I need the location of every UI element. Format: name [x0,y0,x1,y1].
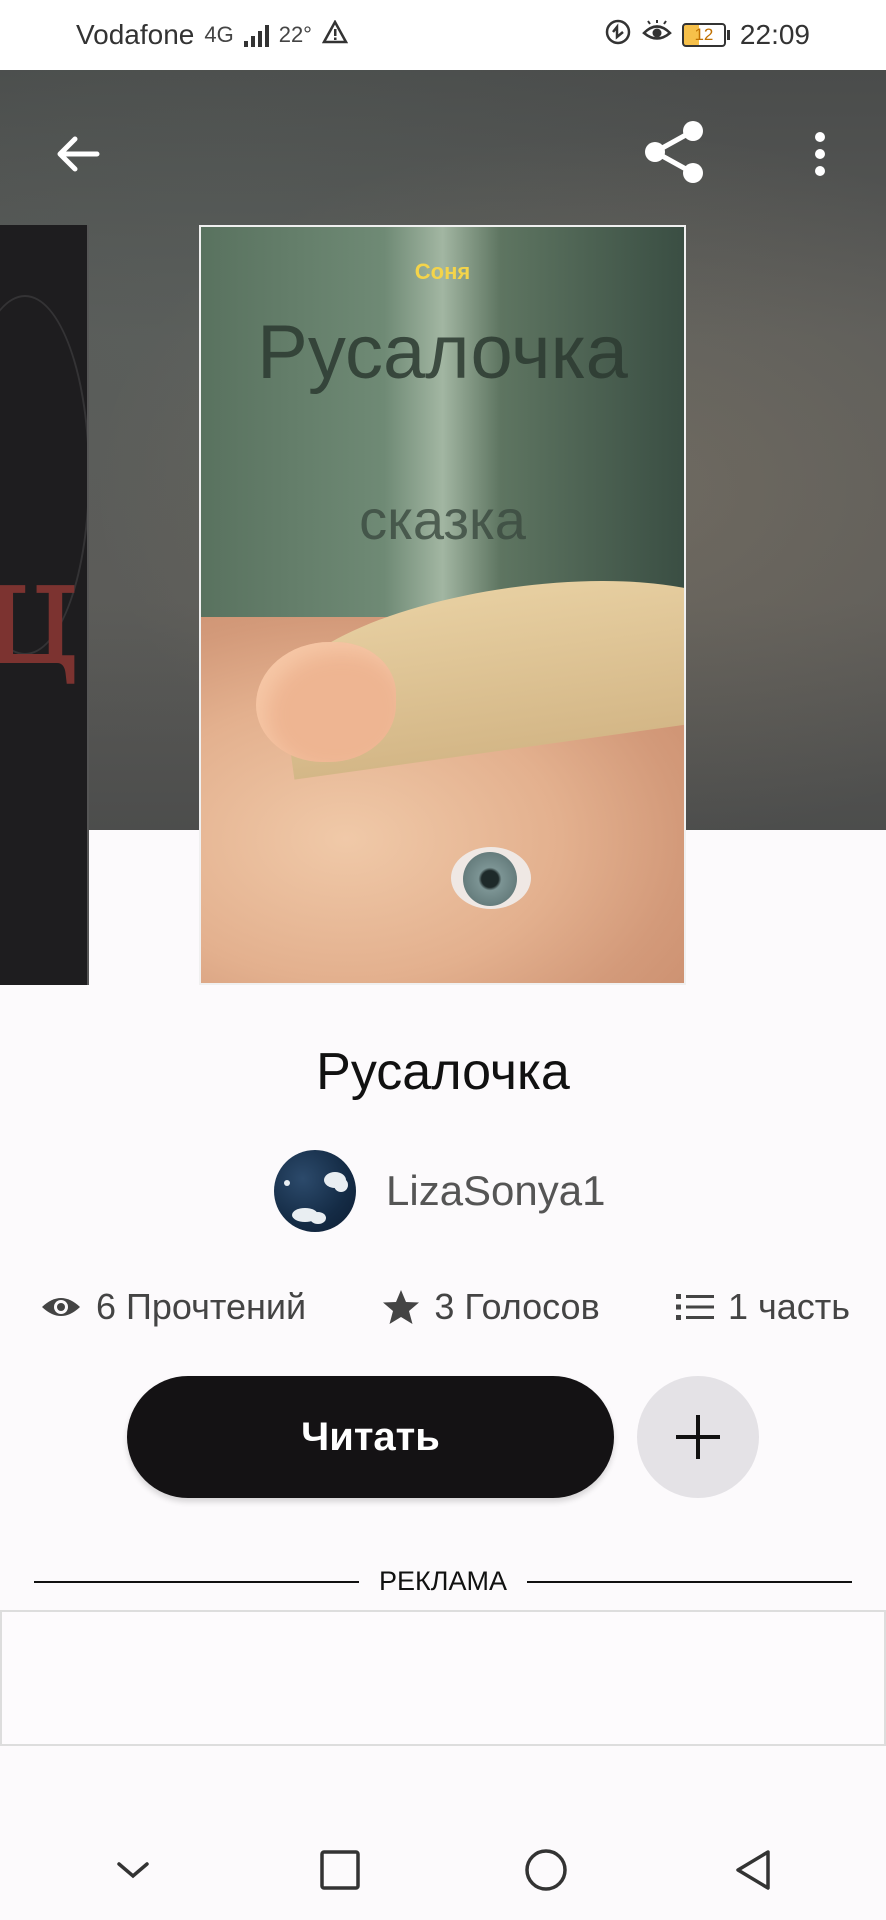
eye-comfort-icon [642,19,672,51]
share-button[interactable] [632,110,716,194]
clipped-content [0,1806,886,1820]
carrier-name: Vodafone [76,19,195,50]
arrow-left-icon [57,136,100,172]
back-button[interactable] [40,116,116,192]
nav-back-button[interactable] [708,1825,798,1915]
parts-count: 1 часть [727,1286,850,1327]
temperature: 22° [278,22,312,47]
votes-stat: 3 Голосов [382,1286,600,1328]
star-icon [383,1290,420,1324]
ad-banner[interactable] [0,1610,886,1746]
circle-icon [525,1849,567,1891]
warning-icon [321,19,349,51]
cover-genre: сказка [359,488,526,551]
reads-stat: 6 Прочтений [40,1286,306,1328]
share-icon [645,121,703,183]
book-cover[interactable]: Соня Русалочка сказка [199,225,686,985]
plus-icon [676,1415,720,1459]
more-vertical-icon [815,132,825,176]
clock: 22:09 [739,19,810,50]
network-type: 4G [204,22,234,47]
ad-divider: РЕКЛАМА [34,1566,853,1597]
list-icon [675,1294,714,1320]
book-stats: 6 Прочтений 3 Голосов 1 часть [40,1286,850,1328]
read-button[interactable]: Читать [127,1376,614,1498]
chevron-down-icon [117,1862,149,1879]
system-nav-bar [0,1820,886,1920]
author-name: LizaSonya1 [386,1167,606,1214]
nav-home-button[interactable] [501,1825,591,1915]
status-bar-right: 12 22:09 [604,18,810,53]
votes-count: 3 Голосов [434,1286,600,1327]
data-saver-icon [604,18,632,53]
status-bar: Vodafone 4G 22° 12 22:09 [0,0,886,70]
battery-level: 12 [681,23,726,47]
avatar [274,1150,356,1232]
author-link[interactable]: LizaSonya1 [274,1150,606,1232]
cover-title: Русалочка [257,310,628,395]
nav-collapse-button[interactable] [88,1825,178,1915]
nav-recents-button[interactable] [295,1825,385,1915]
previous-cover-art: ц [0,525,78,699]
parts-stat: 1 часть [675,1286,850,1328]
add-to-library-button[interactable] [637,1376,759,1498]
ad-label: РЕКЛАМА [379,1566,507,1596]
eye-icon [42,1298,80,1316]
previous-book-cover[interactable]: ц [0,225,89,985]
more-options-button[interactable] [790,116,850,192]
status-bar-left: Vodafone 4G 22° [76,19,349,51]
cover-author: Соня [414,259,471,284]
square-icon [320,1850,360,1890]
battery-icon: 12 [681,23,730,47]
signal-icon [243,23,269,47]
reads-count: 6 Прочтений [96,1286,307,1327]
book-title: Русалочка [316,1043,570,1101]
triangle-back-icon [736,1850,770,1890]
